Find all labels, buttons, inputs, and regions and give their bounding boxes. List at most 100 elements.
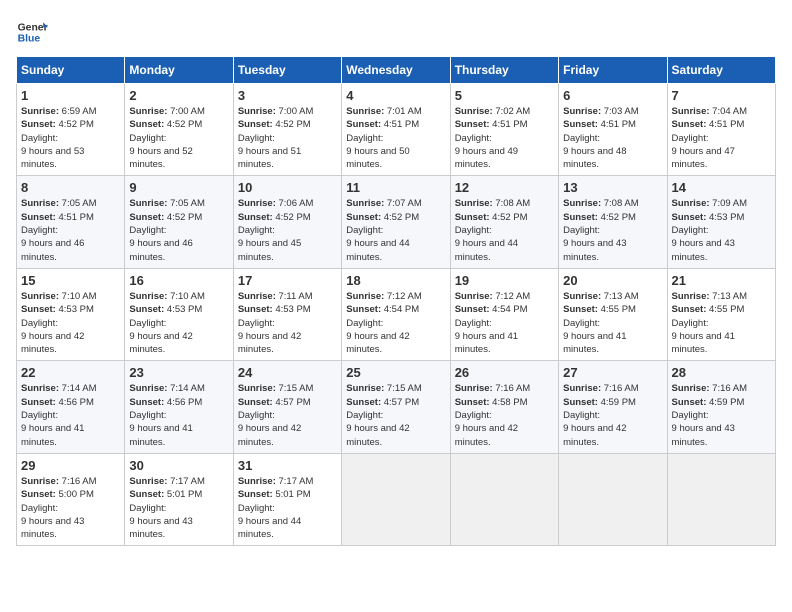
day-number: 15 [21,273,120,288]
weekday-header-monday: Monday [125,57,233,84]
day-cell: 2 Sunrise: 7:00 AM Sunset: 4:52 PM Dayli… [125,84,233,176]
day-cell [342,453,450,545]
day-cell: 18 Sunrise: 7:12 AM Sunset: 4:54 PM Dayl… [342,268,450,360]
day-number: 25 [346,365,445,380]
day-cell: 24 Sunrise: 7:15 AM Sunset: 4:57 PM Dayl… [233,361,341,453]
day-detail: Sunrise: 7:12 AM Sunset: 4:54 PM Dayligh… [455,290,554,356]
calendar-table: SundayMondayTuesdayWednesdayThursdayFrid… [16,56,776,546]
logo-icon: General Blue [16,16,48,48]
day-detail: Sunrise: 7:02 AM Sunset: 4:51 PM Dayligh… [455,105,554,171]
weekday-header-friday: Friday [559,57,667,84]
weekday-header-saturday: Saturday [667,57,775,84]
day-number: 12 [455,180,554,195]
day-cell: 13 Sunrise: 7:08 AM Sunset: 4:52 PM Dayl… [559,176,667,268]
day-detail: Sunrise: 7:04 AM Sunset: 4:51 PM Dayligh… [672,105,771,171]
day-cell: 3 Sunrise: 7:00 AM Sunset: 4:52 PM Dayli… [233,84,341,176]
day-detail: Sunrise: 7:05 AM Sunset: 4:51 PM Dayligh… [21,197,120,263]
day-number: 13 [563,180,662,195]
day-cell: 31 Sunrise: 7:17 AM Sunset: 5:01 PM Dayl… [233,453,341,545]
day-cell: 19 Sunrise: 7:12 AM Sunset: 4:54 PM Dayl… [450,268,558,360]
day-detail: Sunrise: 7:16 AM Sunset: 4:59 PM Dayligh… [563,382,662,448]
day-detail: Sunrise: 7:03 AM Sunset: 4:51 PM Dayligh… [563,105,662,171]
day-number: 24 [238,365,337,380]
weekday-header-sunday: Sunday [17,57,125,84]
day-number: 3 [238,88,337,103]
day-cell [667,453,775,545]
day-number: 19 [455,273,554,288]
day-cell: 5 Sunrise: 7:02 AM Sunset: 4:51 PM Dayli… [450,84,558,176]
day-detail: Sunrise: 7:10 AM Sunset: 4:53 PM Dayligh… [129,290,228,356]
day-cell: 8 Sunrise: 7:05 AM Sunset: 4:51 PM Dayli… [17,176,125,268]
day-detail: Sunrise: 7:14 AM Sunset: 4:56 PM Dayligh… [129,382,228,448]
day-number: 2 [129,88,228,103]
day-detail: Sunrise: 7:11 AM Sunset: 4:53 PM Dayligh… [238,290,337,356]
week-row-3: 15 Sunrise: 7:10 AM Sunset: 4:53 PM Dayl… [17,268,776,360]
day-detail: Sunrise: 7:10 AM Sunset: 4:53 PM Dayligh… [21,290,120,356]
day-number: 6 [563,88,662,103]
day-number: 1 [21,88,120,103]
day-detail: Sunrise: 7:17 AM Sunset: 5:01 PM Dayligh… [129,475,228,541]
day-detail: Sunrise: 7:00 AM Sunset: 4:52 PM Dayligh… [238,105,337,171]
day-cell: 14 Sunrise: 7:09 AM Sunset: 4:53 PM Dayl… [667,176,775,268]
week-row-2: 8 Sunrise: 7:05 AM Sunset: 4:51 PM Dayli… [17,176,776,268]
day-detail: Sunrise: 7:05 AM Sunset: 4:52 PM Dayligh… [129,197,228,263]
day-number: 29 [21,458,120,473]
day-number: 7 [672,88,771,103]
day-detail: Sunrise: 7:01 AM Sunset: 4:51 PM Dayligh… [346,105,445,171]
page-header: General Blue [16,16,776,48]
day-number: 28 [672,365,771,380]
day-number: 21 [672,273,771,288]
day-number: 31 [238,458,337,473]
day-cell: 29 Sunrise: 7:16 AM Sunset: 5:00 PM Dayl… [17,453,125,545]
day-number: 18 [346,273,445,288]
day-cell: 12 Sunrise: 7:08 AM Sunset: 4:52 PM Dayl… [450,176,558,268]
day-cell: 15 Sunrise: 7:10 AM Sunset: 4:53 PM Dayl… [17,268,125,360]
day-cell: 16 Sunrise: 7:10 AM Sunset: 4:53 PM Dayl… [125,268,233,360]
day-cell: 30 Sunrise: 7:17 AM Sunset: 5:01 PM Dayl… [125,453,233,545]
week-row-5: 29 Sunrise: 7:16 AM Sunset: 5:00 PM Dayl… [17,453,776,545]
day-number: 20 [563,273,662,288]
week-row-1: 1 Sunrise: 6:59 AM Sunset: 4:52 PM Dayli… [17,84,776,176]
day-detail: Sunrise: 6:59 AM Sunset: 4:52 PM Dayligh… [21,105,120,171]
day-detail: Sunrise: 7:16 AM Sunset: 4:58 PM Dayligh… [455,382,554,448]
day-detail: Sunrise: 7:06 AM Sunset: 4:52 PM Dayligh… [238,197,337,263]
day-detail: Sunrise: 7:13 AM Sunset: 4:55 PM Dayligh… [563,290,662,356]
day-number: 23 [129,365,228,380]
svg-text:Blue: Blue [18,34,41,45]
day-number: 22 [21,365,120,380]
week-row-4: 22 Sunrise: 7:14 AM Sunset: 4:56 PM Dayl… [17,361,776,453]
day-number: 5 [455,88,554,103]
day-number: 27 [563,365,662,380]
day-cell [559,453,667,545]
day-detail: Sunrise: 7:00 AM Sunset: 4:52 PM Dayligh… [129,105,228,171]
day-cell: 11 Sunrise: 7:07 AM Sunset: 4:52 PM Dayl… [342,176,450,268]
day-cell: 22 Sunrise: 7:14 AM Sunset: 4:56 PM Dayl… [17,361,125,453]
day-cell: 7 Sunrise: 7:04 AM Sunset: 4:51 PM Dayli… [667,84,775,176]
day-number: 4 [346,88,445,103]
day-number: 30 [129,458,228,473]
day-cell: 9 Sunrise: 7:05 AM Sunset: 4:52 PM Dayli… [125,176,233,268]
day-number: 11 [346,180,445,195]
day-number: 16 [129,273,228,288]
day-cell: 21 Sunrise: 7:13 AM Sunset: 4:55 PM Dayl… [667,268,775,360]
day-cell: 27 Sunrise: 7:16 AM Sunset: 4:59 PM Dayl… [559,361,667,453]
day-detail: Sunrise: 7:12 AM Sunset: 4:54 PM Dayligh… [346,290,445,356]
day-cell: 20 Sunrise: 7:13 AM Sunset: 4:55 PM Dayl… [559,268,667,360]
weekday-header-tuesday: Tuesday [233,57,341,84]
day-number: 10 [238,180,337,195]
weekday-header-thursday: Thursday [450,57,558,84]
day-detail: Sunrise: 7:08 AM Sunset: 4:52 PM Dayligh… [455,197,554,263]
day-cell: 1 Sunrise: 6:59 AM Sunset: 4:52 PM Dayli… [17,84,125,176]
day-number: 14 [672,180,771,195]
day-cell [450,453,558,545]
day-cell: 6 Sunrise: 7:03 AM Sunset: 4:51 PM Dayli… [559,84,667,176]
day-detail: Sunrise: 7:09 AM Sunset: 4:53 PM Dayligh… [672,197,771,263]
day-cell: 17 Sunrise: 7:11 AM Sunset: 4:53 PM Dayl… [233,268,341,360]
day-detail: Sunrise: 7:16 AM Sunset: 4:59 PM Dayligh… [672,382,771,448]
weekday-header-wednesday: Wednesday [342,57,450,84]
day-cell: 25 Sunrise: 7:15 AM Sunset: 4:57 PM Dayl… [342,361,450,453]
weekday-header-row: SundayMondayTuesdayWednesdayThursdayFrid… [17,57,776,84]
day-number: 8 [21,180,120,195]
day-detail: Sunrise: 7:17 AM Sunset: 5:01 PM Dayligh… [238,475,337,541]
day-detail: Sunrise: 7:08 AM Sunset: 4:52 PM Dayligh… [563,197,662,263]
